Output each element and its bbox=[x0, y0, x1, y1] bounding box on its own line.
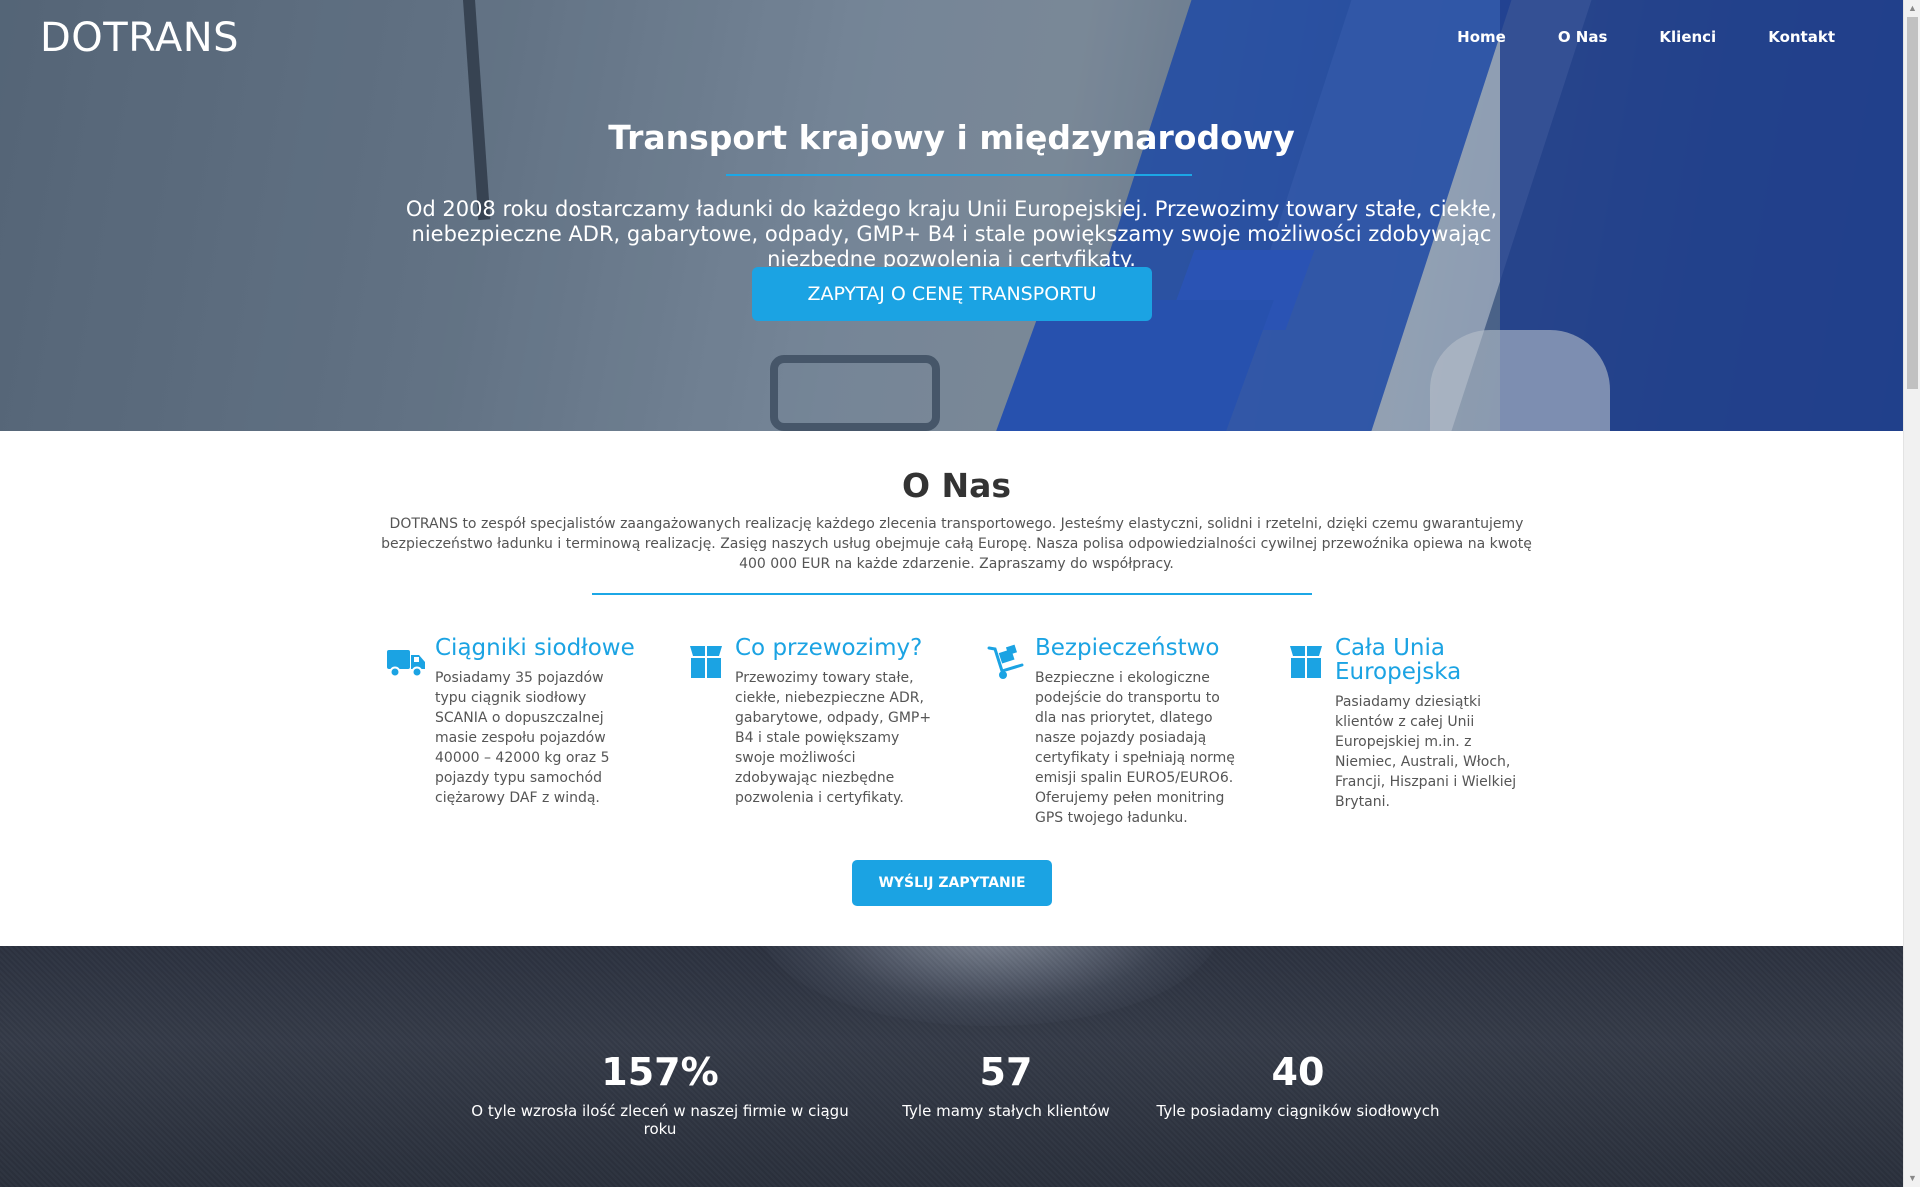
stat-value: 40 bbox=[1271, 1050, 1325, 1094]
site-logo[interactable]: DOTRANS bbox=[40, 15, 239, 61]
stat-orders-growth: 157% O tyle wzrosła ilość zleceń w nasze… bbox=[460, 1050, 860, 1138]
stats-section: 157% O tyle wzrosła ilość zleceń w nasze… bbox=[0, 946, 1903, 1187]
stat-label: Tyle mamy stałych klientów bbox=[902, 1102, 1110, 1120]
feature-title: Bezpieczeństwo bbox=[1035, 635, 1220, 661]
hero-description: Od 2008 roku dostarczamy ładunki do każd… bbox=[405, 197, 1498, 271]
nav-klienci[interactable]: Klienci bbox=[1659, 28, 1716, 46]
box-icon bbox=[1290, 646, 1322, 678]
feature-text: Bezpieczne i ekologiczne podejście do tr… bbox=[1035, 670, 1235, 826]
scrollbar-thumb[interactable] bbox=[1907, 17, 1918, 389]
nav-kontakt[interactable]: Kontakt bbox=[1768, 28, 1835, 46]
about-description: DOTRANS to zespół specjalistów zaangażow… bbox=[381, 516, 1532, 572]
nav-o-nas[interactable]: O Nas bbox=[1558, 28, 1608, 46]
scroll-down-icon[interactable]: ▼ bbox=[1904, 1170, 1920, 1187]
about-title: O Nas bbox=[901, 466, 1012, 505]
stat-label: O tyle wzrosła ilość zleceń w naszej fir… bbox=[471, 1102, 849, 1138]
scroll-up-icon[interactable]: ▲ bbox=[1904, 0, 1920, 17]
nav-home[interactable]: Home bbox=[1457, 28, 1506, 46]
feature-title: Cała Unia Europejska bbox=[1335, 635, 1462, 685]
send-inquiry-button[interactable]: WYŚLIJ ZAPYTANIE bbox=[852, 860, 1052, 906]
feature-text: Posiadamy 35 pojazdów typu ciągnik siodł… bbox=[435, 670, 610, 806]
hand-truck-icon bbox=[987, 644, 1024, 679]
about-divider bbox=[592, 593, 1312, 595]
main-nav: Home O Nas Klienci Kontakt bbox=[1457, 28, 1835, 46]
stat-clients: 57 Tyle mamy stałych klientów bbox=[886, 1050, 1126, 1120]
hero-divider bbox=[726, 174, 1192, 176]
box-icon bbox=[690, 646, 722, 678]
stat-value: 57 bbox=[979, 1050, 1033, 1094]
page-scrollbar[interactable]: ▲ ▼ bbox=[1903, 0, 1920, 1187]
feature-text: Pasiadamy dziesiątki klientów z całej Un… bbox=[1335, 694, 1517, 810]
stat-label: Tyle posiadamy ciągników siodłowych bbox=[1156, 1102, 1440, 1120]
feature-title: Co przewozimy? bbox=[735, 635, 923, 661]
feature-eu: Cała Unia Europejska Pasiadamy dziesiątk… bbox=[1286, 636, 1546, 812]
ask-price-button[interactable]: ZAPYTAJ O CENĘ TRANSPORTU bbox=[752, 267, 1152, 321]
stat-tractors: 40 Tyle posiadamy ciągników siodłowych bbox=[1148, 1050, 1448, 1120]
hero-section: DOTRANS Home O Nas Klienci Kontakt Trans… bbox=[0, 0, 1903, 431]
stat-value: 157% bbox=[601, 1050, 719, 1094]
feature-text: Przewozimy towary stałe, ciekłe, niebezp… bbox=[735, 670, 932, 806]
truck-icon bbox=[387, 650, 425, 678]
feature-cargo: Co przewozimy? Przewozimy towary stałe, … bbox=[686, 636, 946, 808]
feature-tractors: Ciągniki siodłowe Posiadamy 35 pojazdów … bbox=[386, 636, 646, 808]
feature-safety: Bezpieczeństwo Bezpieczne i ekologiczne … bbox=[986, 636, 1246, 828]
hero-title: Transport krajowy i międzynarodowy bbox=[608, 118, 1295, 157]
feature-title: Ciągniki siodłowe bbox=[435, 635, 635, 661]
